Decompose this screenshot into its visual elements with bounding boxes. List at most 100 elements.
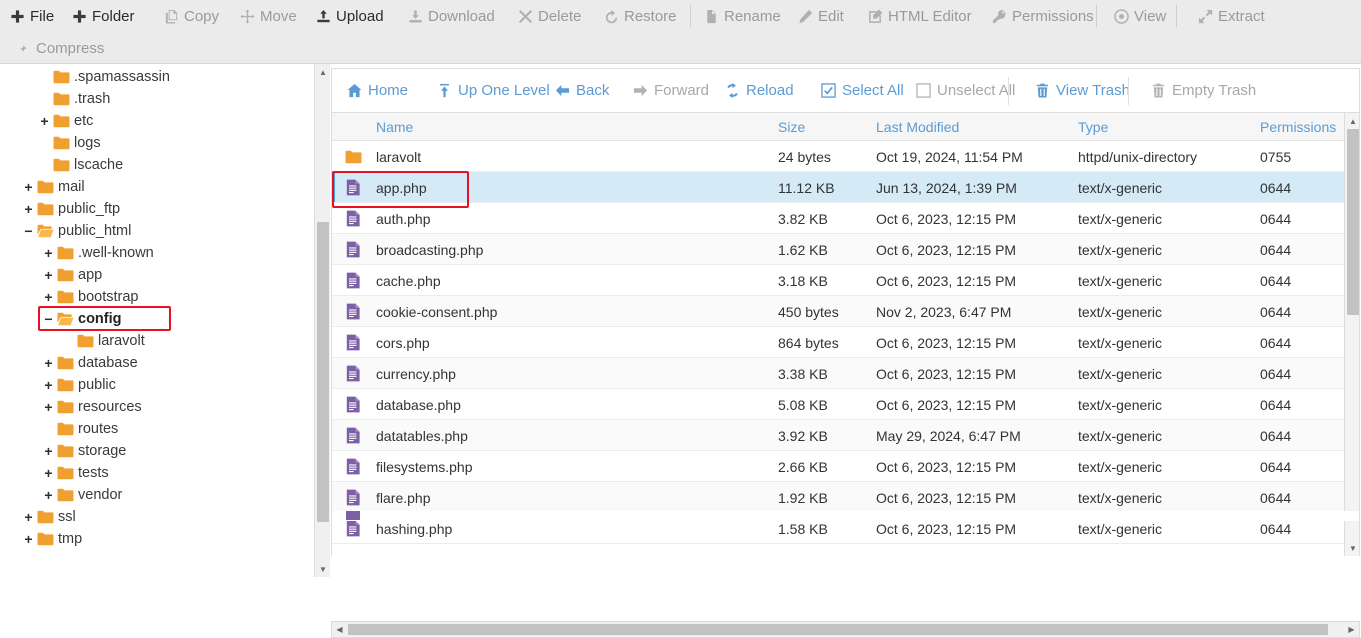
table-row[interactable]: laravolt24 bytesOct 19, 2024, 11:54 PMht… (332, 141, 1344, 172)
scroll-down-arrow-icon[interactable]: ▼ (315, 561, 330, 577)
tree-item-label: public (75, 377, 116, 393)
table-row[interactable]: filesystems.php2.66 KBOct 6, 2023, 12:15… (332, 451, 1344, 482)
folder-open-icon (35, 224, 55, 238)
tree-item-label: logs (71, 135, 101, 151)
file-modified-cell: Oct 6, 2023, 12:15 PM (876, 203, 1016, 234)
tree-item-public[interactable]: + public (0, 374, 314, 396)
tree-item-laravolt[interactable]: laravolt (0, 330, 314, 352)
column-header-permissions[interactable]: Permissions (1260, 113, 1336, 141)
tree-collapse-icon[interactable]: − (22, 224, 35, 238)
folder-icon (51, 114, 71, 128)
horizontal-scrollbar-thumb[interactable] (348, 624, 1328, 635)
tree-item-label: public_ftp (55, 201, 120, 217)
file-php-icon (340, 265, 366, 296)
tree-item-mail[interactable]: +mail (0, 176, 314, 198)
tree-expand-icon[interactable]: + (22, 510, 35, 524)
tree-item-ssl[interactable]: +ssl (0, 506, 314, 528)
toolbar-rename-button: Rename (702, 0, 783, 32)
table-row[interactable]: cookie-consent.php450 bytesNov 2, 2023, … (332, 296, 1344, 327)
table-row[interactable]: auth.php3.82 KBOct 6, 2023, 12:15 PMtext… (332, 203, 1344, 234)
tree-expand-icon[interactable]: + (42, 444, 55, 458)
scroll-right-arrow-icon[interactable]: ▶ (1344, 622, 1359, 637)
tree-item-app[interactable]: +app (0, 264, 314, 286)
tree-item-public-ftp[interactable]: + public_ftp (0, 198, 314, 220)
toolbar-folder-button[interactable]: Folder (70, 0, 137, 32)
tree-expand-icon[interactable]: + (42, 268, 55, 282)
tree-expand-icon[interactable]: + (42, 466, 55, 480)
file-modified-cell: Oct 6, 2023, 12:15 PM (876, 358, 1016, 389)
toolbar-button-label: Upload (336, 8, 384, 25)
table-row[interactable]: broadcasting.php1.62 KBOct 6, 2023, 12:1… (332, 234, 1344, 265)
home-icon (346, 83, 362, 99)
tree-expand-icon[interactable]: + (22, 532, 35, 546)
table-row[interactable]: cors.php864 bytesOct 6, 2023, 12:15 PMte… (332, 327, 1344, 358)
file-type-cell: text/x-generic (1078, 203, 1162, 234)
toolbar-button-label: Permissions (1012, 8, 1094, 25)
file-type-cell: text/x-generic (1078, 389, 1162, 420)
toolbar-upload-button[interactable]: Upload (314, 0, 386, 32)
tree-item-dot-well-known[interactable]: +.well-known (0, 242, 314, 264)
fm-home-button[interactable]: Home (346, 69, 408, 112)
list-scrollbar-thumb[interactable] (1347, 129, 1359, 315)
fm-empty-trash-button: Empty Trash (1150, 69, 1256, 112)
table-row[interactable]: cache.php3.18 KBOct 6, 2023, 12:15 PMtex… (332, 265, 1344, 296)
tree-expand-icon[interactable]: + (22, 180, 35, 194)
tree-item-bootstrap[interactable]: +bootstrap (0, 286, 314, 308)
fm-view-trash-button[interactable]: View Trash (1034, 69, 1130, 112)
file-list-scrollbar[interactable]: ▲ ▼ (1344, 113, 1360, 556)
table-row[interactable]: app.php11.12 KBJun 13, 2024, 1:39 PMtext… (332, 172, 1344, 203)
tree-expand-icon[interactable]: + (42, 246, 55, 260)
tree-collapse-icon[interactable]: − (42, 312, 55, 326)
tree-item-public-html[interactable]: − public_html (0, 220, 314, 242)
file-modified-cell: Oct 6, 2023, 12:15 PM (876, 327, 1016, 358)
column-header-type[interactable]: Type (1078, 113, 1108, 141)
column-header-size[interactable]: Size (778, 113, 805, 141)
toolbar-file-button[interactable]: File (8, 0, 56, 32)
folder-tree-scrollbar[interactable]: ▲ ▼ (314, 64, 330, 577)
tree-item-tmp[interactable]: +tmp (0, 528, 314, 550)
fm-reload-button[interactable]: Reload (724, 69, 794, 112)
file-name-cell: auth.php (376, 203, 431, 234)
table-row[interactable]: flare.php1.92 KBOct 6, 2023, 12:15 PMtex… (332, 482, 1344, 513)
fm-button-label: Back (576, 82, 609, 99)
tree-item-config[interactable]: −config (0, 308, 314, 330)
tree-item-vendor[interactable]: +vendor (0, 484, 314, 506)
tree-expand-icon[interactable]: + (42, 356, 55, 370)
tree-item-routes[interactable]: routes (0, 418, 314, 440)
file-size-cell: 2.66 KB (778, 451, 828, 482)
fm-unselect-all-button: Unselect All (915, 69, 1015, 112)
column-header-name[interactable]: Name (376, 113, 413, 141)
tree-item-database[interactable]: +database (0, 352, 314, 374)
table-row[interactable]: datatables.php3.92 KBMay 29, 2024, 6:47 … (332, 420, 1344, 451)
scroll-up-arrow-icon[interactable]: ▲ (315, 64, 330, 80)
list-scroll-down-arrow-icon[interactable]: ▼ (1345, 540, 1360, 556)
tree-item-etc[interactable]: +etc (0, 110, 314, 132)
tree-item-dot-spamassassin[interactable]: .spamassassin (0, 66, 314, 88)
scrollbar-thumb[interactable] (317, 222, 329, 522)
fm-up-one-level-button[interactable]: Up One Level (436, 69, 550, 112)
tree-expand-icon[interactable]: + (42, 290, 55, 304)
toolbar-copy-button: Copy (162, 0, 221, 32)
folder-icon (35, 510, 55, 524)
column-header-modified[interactable]: Last Modified (876, 113, 959, 141)
table-row[interactable]: currency.php3.38 KBOct 6, 2023, 12:15 PM… (332, 358, 1344, 389)
tree-expand-icon[interactable]: + (42, 400, 55, 414)
table-row[interactable]: database.php5.08 KBOct 6, 2023, 12:15 PM… (332, 389, 1344, 420)
tree-item-label: public_html (55, 223, 131, 239)
tree-expand-icon[interactable]: + (38, 114, 51, 128)
list-scroll-up-arrow-icon[interactable]: ▲ (1345, 113, 1360, 129)
tree-item-resources[interactable]: +resources (0, 396, 314, 418)
fm-back-button[interactable]: Back (554, 69, 609, 112)
tree-item-lscache[interactable]: lscache (0, 154, 314, 176)
tree-item-tests[interactable]: +tests (0, 462, 314, 484)
tree-expand-icon[interactable]: + (42, 488, 55, 502)
file-list-horizontal-scrollbar[interactable]: ◀ ▶ (331, 621, 1360, 638)
scroll-left-arrow-icon[interactable]: ◀ (332, 622, 347, 637)
tree-item-logs[interactable]: logs (0, 132, 314, 154)
tree-expand-icon[interactable]: + (22, 202, 35, 216)
tree-item-dot-trash[interactable]: .trash (0, 88, 314, 110)
fm-select-all-button[interactable]: Select All (820, 69, 904, 112)
tree-item-storage[interactable]: +storage (0, 440, 314, 462)
tree-expand-icon[interactable]: + (42, 378, 55, 392)
file-php-icon (340, 482, 366, 513)
